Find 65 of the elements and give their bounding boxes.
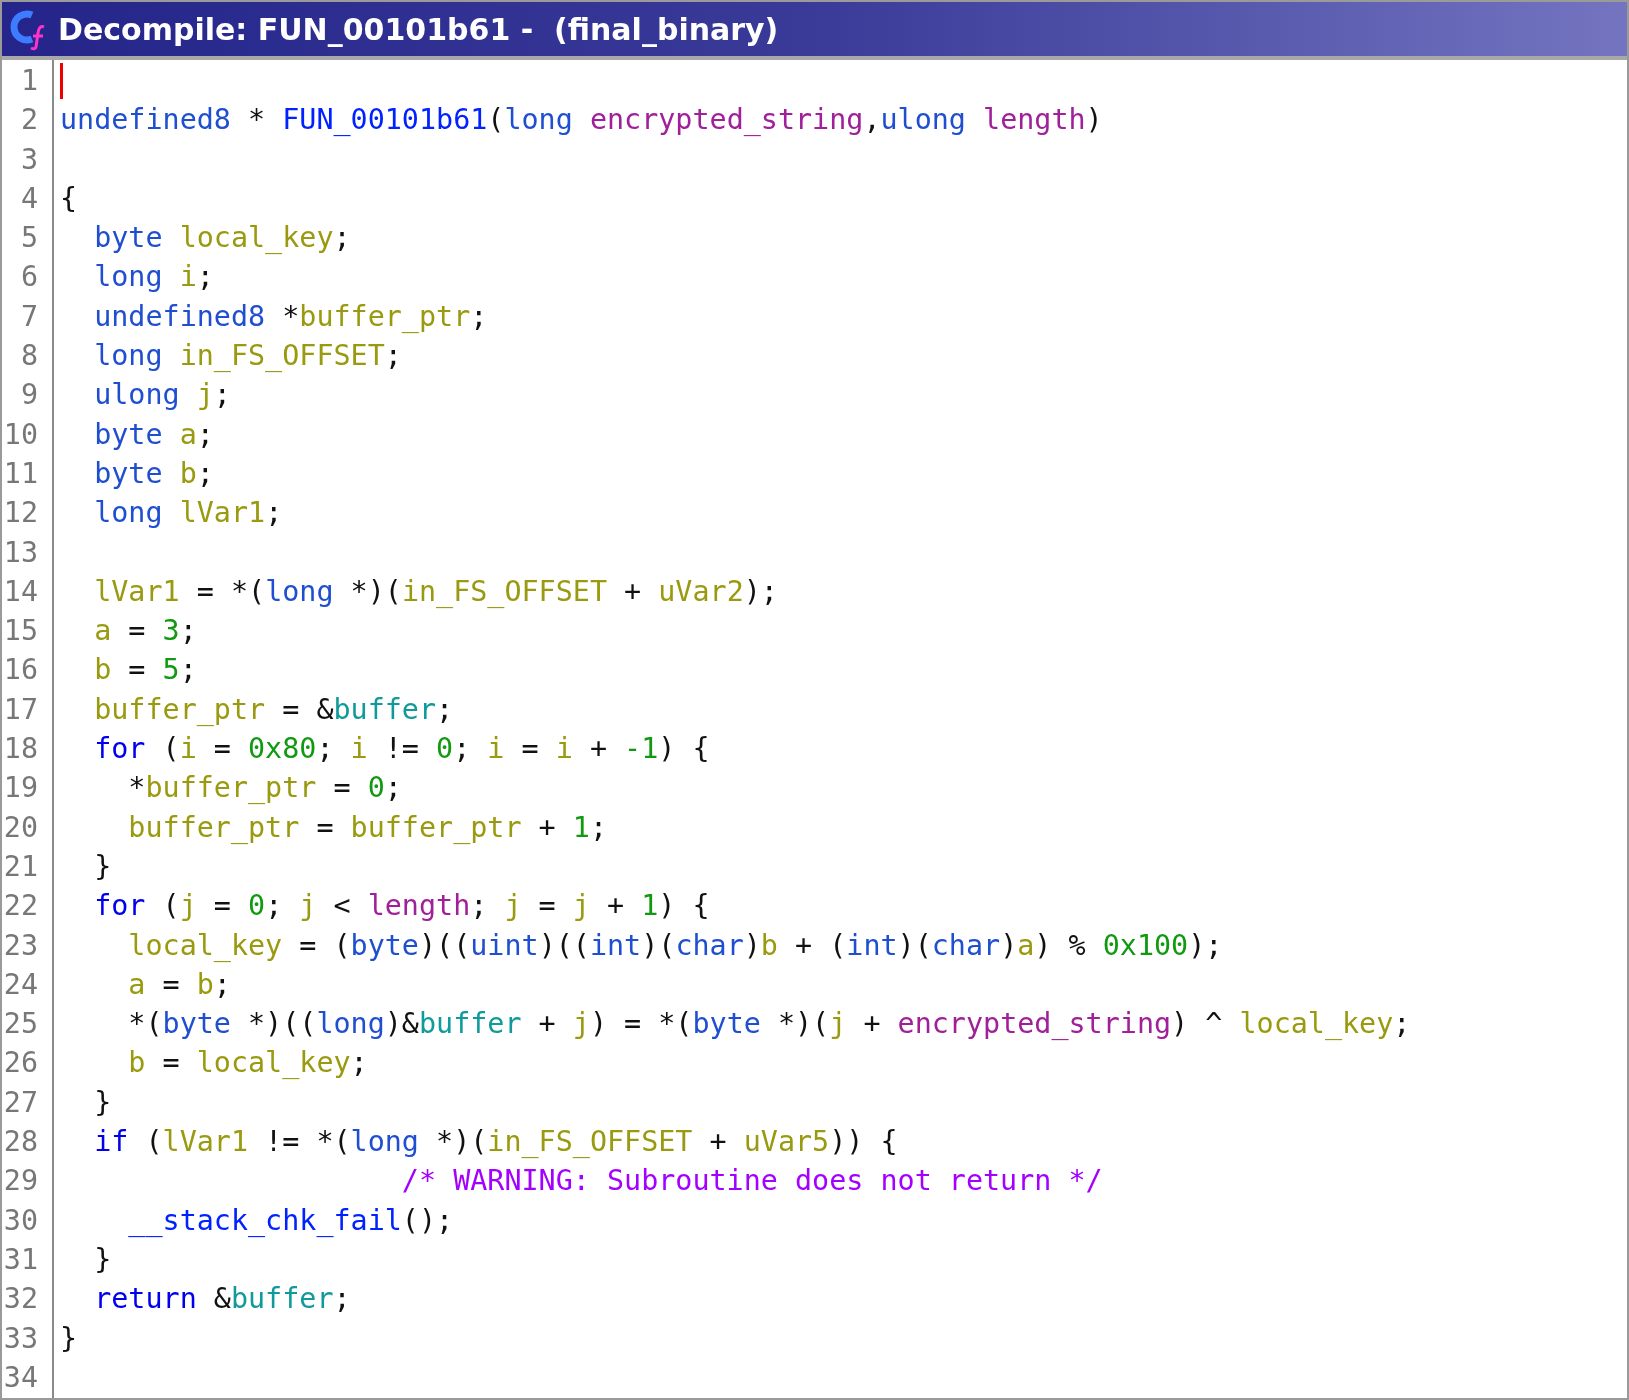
line-number: 27 <box>3 1085 38 1119</box>
line-number: 28 <box>3 1125 38 1158</box>
line-number: 19 <box>3 771 38 805</box>
code-line: } <box>93 1084 112 1121</box>
code-line: ulong j; <box>93 377 231 414</box>
code-line: lVar1 = *(long *)(in_FS_OFFSET + uVar2); <box>93 573 778 610</box>
code-comment: /* WARNING: Subroutine does not return */ <box>400 1163 1103 1200</box>
line-number: 1 <box>20 64 38 97</box>
line-number: 11 <box>3 456 38 490</box>
line-number: 31 <box>3 1242 38 1276</box>
line-number: 24 <box>3 967 38 1001</box>
code-line: a = b; <box>127 966 231 1003</box>
code-line: undefined8 *buffer_ptr; <box>93 298 488 335</box>
code-line: if (lVar1 != *(long *)(in_FS_OFFSET + uVar5)) { <box>93 1124 898 1160</box>
code-line: local_key = (byte)((uint)((int)(char)b + (int)(char)a) % 0x100); <box>127 927 1223 964</box>
code-line: } <box>60 1320 78 1357</box>
line-number: 22 <box>3 889 38 923</box>
line-number: 30 <box>3 1203 38 1237</box>
line-number: 26 <box>3 1046 38 1080</box>
code-line: } <box>93 1241 112 1278</box>
line-number: 14 <box>3 574 38 608</box>
line-number: 7 <box>20 299 38 333</box>
code-line: long i; <box>93 259 214 296</box>
code-line: __stack_chk_fail(); <box>127 1202 454 1239</box>
line-number: 13 <box>3 535 38 569</box>
code-line: b = local_key; <box>127 1045 368 1082</box>
line-number: 15 <box>3 614 38 648</box>
code-line: for (j = 0; j < length; j = j + 1) { <box>93 888 710 925</box>
code-line: b = 5; <box>93 652 197 689</box>
code-line: byte local_key; <box>93 220 351 257</box>
line-number: 3 <box>20 142 38 176</box>
line-number: 34 <box>3 1360 38 1394</box>
code-line: long in_FS_OFFSET; <box>93 338 402 375</box>
line-number: 16 <box>3 653 38 687</box>
line-number: 21 <box>3 849 38 883</box>
line-number: 5 <box>20 221 38 255</box>
line-number: 8 <box>20 339 38 373</box>
code-line: a = 3; <box>93 613 197 650</box>
line-number: 10 <box>3 417 38 451</box>
window-title: Decompile: FUN_00101b61 - (final_binary) <box>58 10 779 49</box>
code-line: long lVar1; <box>93 495 283 532</box>
line-number: 33 <box>3 1321 38 1355</box>
code-line: *(byte *)((long)&buffer + j) = *(byte *)(j + encrypted_string) ^ local_key; <box>127 1006 1411 1043</box>
code-line: for (i = 0x80; i != 0; i = i + -1) { <box>93 731 710 768</box>
line-number: 32 <box>3 1282 38 1316</box>
line-number: 20 <box>3 810 38 844</box>
line-number: 4 <box>20 181 38 215</box>
line-number: 2 <box>20 103 38 137</box>
code-line: buffer_ptr = buffer_ptr + 1; <box>127 809 607 846</box>
line-number: 23 <box>3 928 38 962</box>
line-number: 29 <box>3 1164 38 1198</box>
code-line: } <box>93 848 112 885</box>
code-line: *buffer_ptr = 0; <box>127 770 402 807</box>
line-number: 18 <box>3 732 38 766</box>
line-number: 17 <box>3 692 38 726</box>
code-line: return &buffer; <box>93 1281 351 1318</box>
line-number: 12 <box>3 496 38 530</box>
line-number: 25 <box>3 1007 38 1041</box>
line-number: 9 <box>20 378 38 412</box>
code-line: byte a; <box>93 416 214 453</box>
code-line: byte b; <box>93 455 214 492</box>
code-line: undefined8 * FUN_00101b61(long encrypted_string,ulong length) <box>60 102 1103 139</box>
code-line: { <box>60 180 78 217</box>
code-line: buffer_ptr = &buffer; <box>93 691 454 728</box>
line-number: 6 <box>20 260 38 294</box>
